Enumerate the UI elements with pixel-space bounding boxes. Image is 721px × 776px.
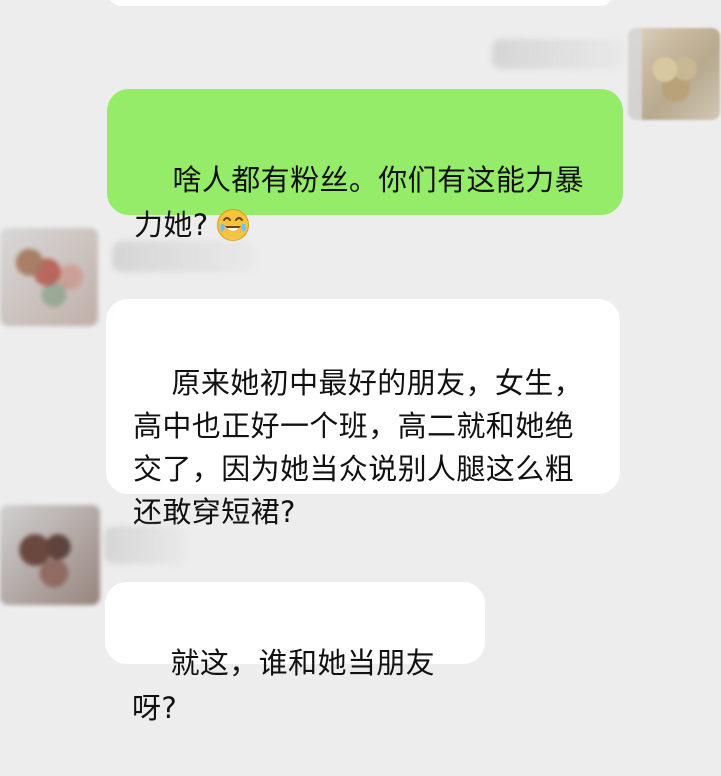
- sender-name-blur: [104, 526, 186, 564]
- received-message-text: 原来她初中最好的朋友，女生，高中也正好一个班，高二就和她绝交了，因为她当众说别人…: [133, 366, 584, 529]
- previous-message-bubble: [108, 0, 613, 6]
- received-message-text: 就这，谁和她当朋友呀?: [132, 646, 436, 725]
- sender-name-blur: [112, 241, 254, 272]
- sent-message-text: 啥人都有粉丝。你们有这能力暴力她?: [134, 163, 585, 242]
- laughing-emoji-icon: [216, 208, 250, 242]
- sender-name-blur: [492, 39, 626, 69]
- received-message-bubble[interactable]: 原来她初中最好的朋友，女生，高中也正好一个班，高二就和她绝交了，因为她当众说别人…: [106, 299, 620, 529]
- avatar-right[interactable]: [628, 28, 720, 120]
- received-message-bubble[interactable]: 就这，谁和她当朋友呀?: [105, 582, 485, 725]
- avatar-left-2[interactable]: [0, 505, 100, 605]
- sent-message-bubble[interactable]: 啥人都有粉丝。你们有这能力暴力她?: [107, 89, 623, 242]
- avatar-left-1[interactable]: [0, 228, 98, 326]
